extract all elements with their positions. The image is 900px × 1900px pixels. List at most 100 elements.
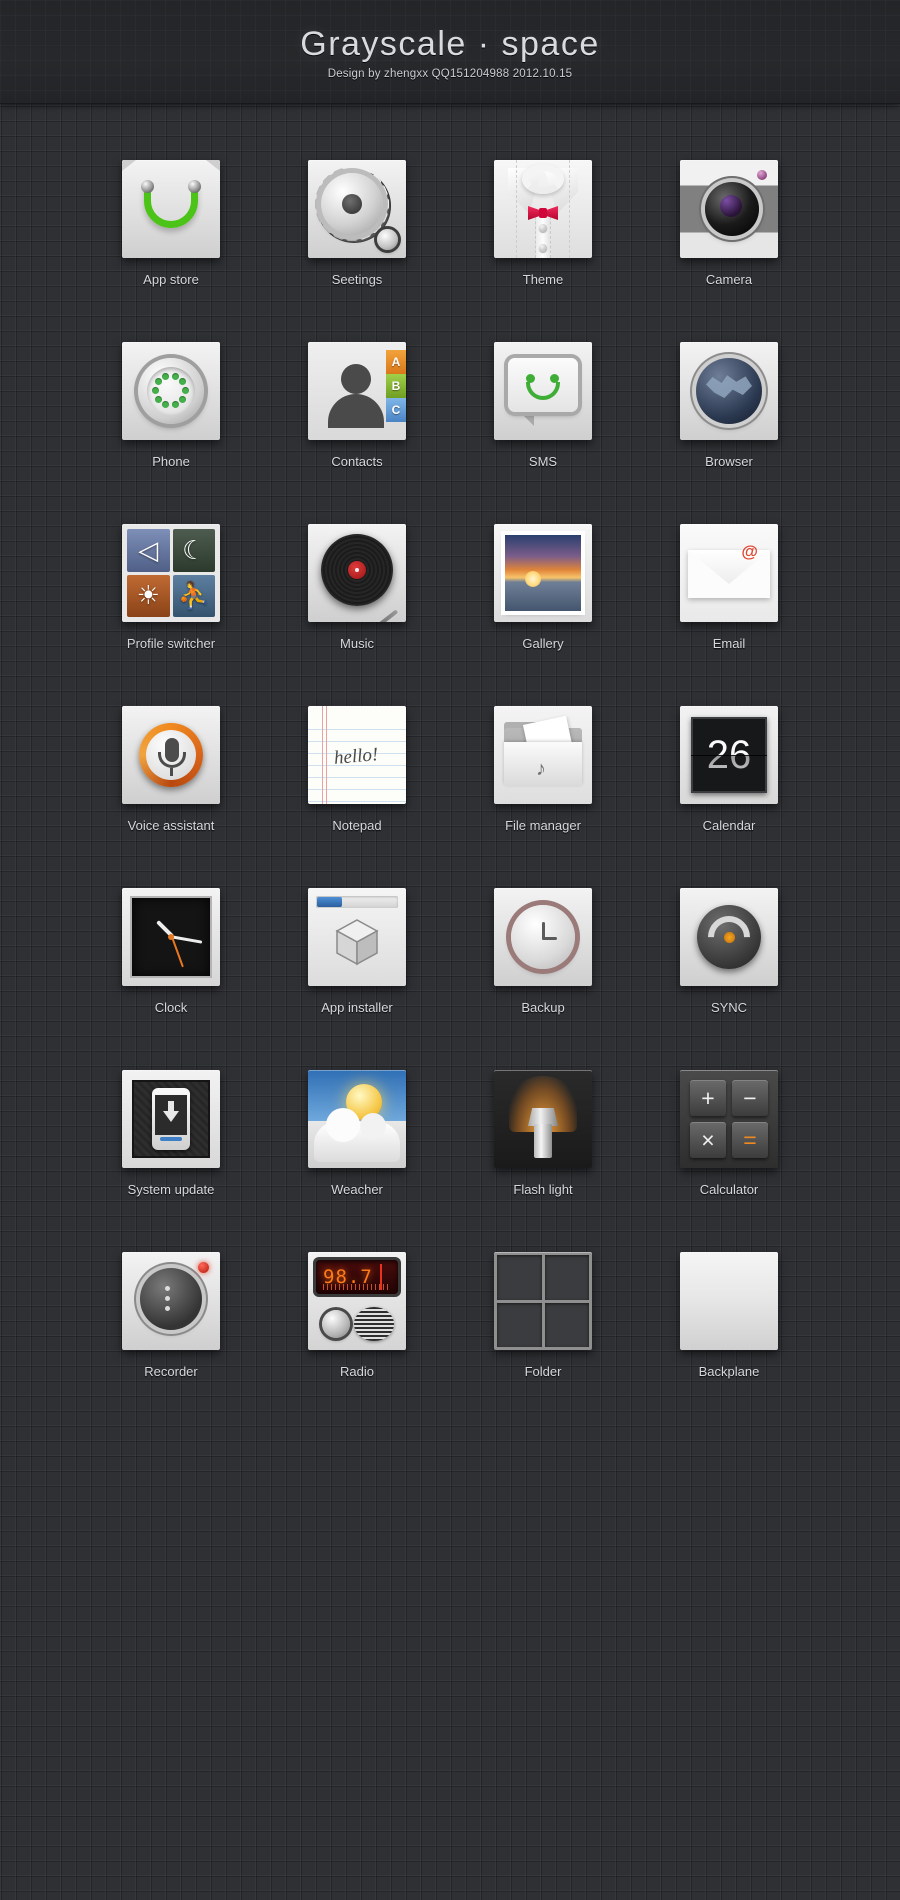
gear-hub: [342, 194, 362, 214]
gallery-photo: [505, 535, 581, 611]
calculator-key[interactable]: −: [732, 1080, 768, 1116]
icon-cell-sms[interactable]: SMS: [450, 342, 636, 524]
calculator-key[interactable]: +: [690, 1080, 726, 1116]
app-icon-backplane[interactable]: [680, 1252, 778, 1350]
contacts-index-tab[interactable]: A: [386, 350, 406, 374]
icon-cell-flash-light[interactable]: Flash light: [450, 1070, 636, 1252]
app-label-theme: Theme: [522, 272, 564, 287]
notepad-margin-line-1: [322, 706, 323, 804]
icon-cell-music[interactable]: Music: [264, 524, 450, 706]
contact-avatar-body: [328, 394, 384, 428]
flip-seam: [691, 755, 767, 756]
app-icon-sync[interactable]: [680, 888, 778, 986]
contacts-index-tab[interactable]: C: [386, 398, 406, 422]
app-icon-system-update[interactable]: [122, 1070, 220, 1168]
notepad-margin-line-2: [326, 706, 327, 804]
icon-cell-clock[interactable]: Clock: [78, 888, 264, 1070]
app-label-music: Music: [340, 636, 374, 651]
app-icon-calculator[interactable]: + − × =: [680, 1070, 778, 1168]
app-icon-app-installer[interactable]: [308, 888, 406, 986]
icon-cell-app-installer[interactable]: App installer: [264, 888, 450, 1070]
app-icon-music[interactable]: [308, 524, 406, 622]
app-icon-app-store[interactable]: [122, 160, 220, 258]
profile-mode-tile[interactable]: ☀: [127, 574, 170, 617]
app-icon-voice-assistant[interactable]: [122, 706, 220, 804]
folder-pane[interactable]: [497, 1302, 542, 1347]
app-label-contacts: Contacts: [331, 454, 383, 469]
icon-grid: App store Seetings Theme Camera Phone AB…: [78, 160, 822, 1434]
app-icon-recorder[interactable]: [122, 1252, 220, 1350]
app-label-sms: SMS: [528, 454, 558, 469]
folder-pane[interactable]: [497, 1255, 542, 1300]
icon-cell-radio[interactable]: 98.7 Radio: [264, 1252, 450, 1434]
profile-mode-tile[interactable]: ☾: [172, 529, 215, 572]
app-icon-gallery[interactable]: [494, 524, 592, 622]
app-icon-backup[interactable]: [494, 888, 592, 986]
icon-cell-notepad[interactable]: hello! Notepad: [264, 706, 450, 888]
app-icon-calendar[interactable]: 26: [680, 706, 778, 804]
icon-cell-folder[interactable]: Folder: [450, 1252, 636, 1434]
app-label-sync: SYNC: [710, 1000, 748, 1015]
calculator-key[interactable]: ×: [690, 1122, 726, 1158]
icon-cell-voice-assistant[interactable]: Voice assistant: [78, 706, 264, 888]
app-icon-theme[interactable]: [494, 160, 592, 258]
app-icon-notepad[interactable]: hello!: [308, 706, 406, 804]
clock-second-hand: [171, 936, 184, 968]
icon-cell-backup[interactable]: Backup: [450, 888, 636, 1070]
app-icon-settings[interactable]: [308, 160, 406, 258]
app-label-app-installer: App installer: [321, 1000, 393, 1015]
icon-cell-app-store[interactable]: App store: [78, 160, 264, 342]
device-progress-line: [160, 1137, 182, 1141]
icon-cell-email[interactable]: @ Email: [636, 524, 822, 706]
app-label-settings: Seetings: [331, 272, 383, 287]
app-label-recorder: Recorder: [144, 1364, 198, 1379]
app-icon-file-manager[interactable]: ♪: [494, 706, 592, 804]
icon-cell-calendar[interactable]: 26 Calendar: [636, 706, 822, 888]
calculator-key[interactable]: =: [732, 1122, 768, 1158]
profile-mode-tile[interactable]: ◁: [127, 529, 170, 572]
sunset-sun: [525, 571, 541, 587]
folder-pane[interactable]: [544, 1302, 589, 1347]
icon-cell-file-manager[interactable]: ♪ File manager: [450, 706, 636, 888]
profile-mode-tile[interactable]: ⛹: [172, 574, 215, 617]
app-icon-sms[interactable]: [494, 342, 592, 440]
folder-pane[interactable]: [544, 1255, 589, 1300]
icon-cell-backplane[interactable]: Backplane: [636, 1252, 822, 1434]
app-icon-email[interactable]: @: [680, 524, 778, 622]
calendar-display: 26: [691, 717, 767, 793]
app-icon-profile-switcher[interactable]: ◁ ☾ ☀ ⛹: [122, 524, 220, 622]
icon-cell-phone[interactable]: Phone: [78, 342, 264, 524]
icon-cell-system-update[interactable]: System update: [78, 1070, 264, 1252]
app-icon-browser[interactable]: [680, 342, 778, 440]
app-icon-weather[interactable]: [308, 1070, 406, 1168]
icon-cell-theme[interactable]: Theme: [450, 160, 636, 342]
icon-cell-contacts[interactable]: A B C Contacts: [264, 342, 450, 524]
icon-cell-weather[interactable]: Weacher: [264, 1070, 450, 1252]
icon-cell-gallery[interactable]: Gallery: [450, 524, 636, 706]
app-icon-flash-light[interactable]: [494, 1070, 592, 1168]
icon-cell-recorder[interactable]: Recorder: [78, 1252, 264, 1434]
icon-cell-profile-switcher[interactable]: ◁ ☾ ☀ ⛹ Profile switcher: [78, 524, 264, 706]
icon-cell-calculator[interactable]: + − × = Calculator: [636, 1070, 822, 1252]
app-icon-phone[interactable]: [122, 342, 220, 440]
icon-cell-settings[interactable]: Seetings: [264, 160, 450, 342]
notepad-handwriting: hello!: [333, 744, 380, 769]
app-icon-contacts[interactable]: ABC: [308, 342, 406, 440]
flashlight-body: [534, 1124, 552, 1158]
device-screen: [155, 1095, 187, 1135]
app-label-file-manager: File manager: [505, 818, 581, 833]
contacts-index-tab[interactable]: B: [386, 374, 406, 398]
app-icon-camera[interactable]: [680, 160, 778, 258]
camera-flash-icon: [757, 170, 767, 180]
app-label-gallery: Gallery: [522, 636, 564, 651]
app-icon-clock[interactable]: [122, 888, 220, 986]
device-icon: [152, 1088, 190, 1150]
tuner-knob[interactable]: [322, 1310, 350, 1338]
package-cube-icon: [335, 918, 379, 966]
icon-cell-sync[interactable]: SYNC: [636, 888, 822, 1070]
icon-cell-browser[interactable]: Browser: [636, 342, 822, 524]
app-icon-radio[interactable]: 98.7: [308, 1252, 406, 1350]
app-icon-folder[interactable]: [494, 1252, 592, 1350]
icon-cell-camera[interactable]: Camera: [636, 160, 822, 342]
app-label-browser: Browser: [705, 454, 753, 469]
